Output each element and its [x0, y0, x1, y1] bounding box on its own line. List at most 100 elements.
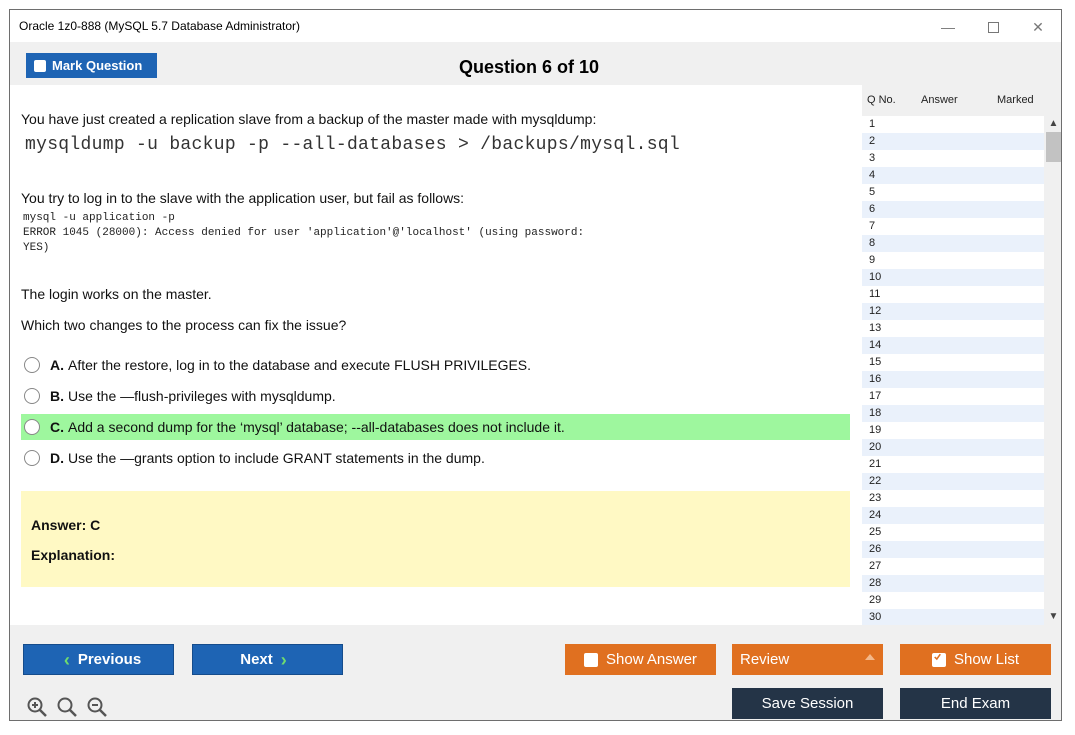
zoom-out-icon[interactable]: [86, 696, 108, 718]
maximize-button[interactable]: [978, 16, 1008, 38]
show-answer-button[interactable]: Show Answer: [565, 644, 716, 675]
mark-checkbox-icon: [34, 59, 46, 72]
question-list-row[interactable]: 20: [862, 439, 1044, 456]
previous-button[interactable]: ‹ Previous: [23, 644, 174, 675]
question-list-row[interactable]: 23: [862, 490, 1044, 507]
option-b-text: Use the —flush-privileges with mysqldump…: [68, 388, 336, 404]
option-d-text: Use the —grants option to include GRANT …: [68, 450, 485, 466]
close-button[interactable]: ✕: [1023, 16, 1053, 38]
explanation-label: Explanation:: [31, 547, 116, 563]
question-list-row[interactable]: 4: [862, 167, 1044, 184]
question-prompt: Which two changes to the process can fix…: [21, 317, 347, 333]
chevron-up-icon: [865, 654, 875, 660]
question-list: 1 2 3 4 5 6 7 8 9 10 11 12 13 14 15 16 17 18 19 20 21 22 23 24 2…: [862, 116, 1044, 625]
show-answer-label: Show Answer: [606, 651, 697, 668]
failure-text: You try to log in to the slave with the …: [21, 190, 465, 206]
end-exam-button[interactable]: End Exam: [900, 688, 1051, 719]
scroll-up-icon[interactable]: ▲: [1044, 116, 1061, 132]
question-list-row[interactable]: 12: [862, 303, 1044, 320]
question-list-scrollbar[interactable]: ▲ ▼: [1044, 116, 1061, 625]
answer-box: Answer: C Explanation:: [21, 491, 850, 587]
zoom-in-icon[interactable]: [26, 696, 48, 718]
qno-header: Q No.: [867, 94, 896, 106]
show-answer-checkbox-icon: [584, 652, 599, 667]
app-window: Oracle 1z0-888 (MySQL 5.7 Database Admin…: [9, 9, 1062, 721]
mysqldump-command: mysqldump -u backup -p --all-databases >…: [25, 135, 681, 155]
question-list-row[interactable]: 15: [862, 354, 1044, 371]
checkmark-icon: [934, 653, 941, 660]
window-title: Oracle 1z0-888 (MySQL 5.7 Database Admin…: [19, 19, 301, 33]
question-list-row[interactable]: 25: [862, 524, 1044, 541]
option-b[interactable]: B. Use the —flush-privileges with mysqld…: [21, 383, 850, 409]
question-list-row[interactable]: 14: [862, 337, 1044, 354]
question-list-row[interactable]: 27: [862, 558, 1044, 575]
scroll-thumb[interactable]: [1046, 132, 1061, 162]
footer-toolbar: ‹ Previous Next › Show Answer Review Sho…: [10, 625, 1061, 720]
show-list-label: Show List: [953, 651, 1020, 668]
question-list-row[interactable]: 13: [862, 320, 1044, 337]
chevron-right-icon: ›: [280, 649, 287, 670]
question-panel: You have just created a replication slav…: [10, 85, 862, 625]
option-c[interactable]: C. Add a second dump for the ‘mysql’ dat…: [21, 414, 850, 440]
radio-b[interactable]: [24, 388, 40, 404]
option-b-letter: B.: [50, 388, 64, 404]
question-list-row[interactable]: 7: [862, 218, 1044, 235]
question-intro: You have just created a replication slav…: [21, 111, 597, 127]
show-list-button[interactable]: Show List: [900, 644, 1051, 675]
question-list-row[interactable]: 5: [862, 184, 1044, 201]
option-a-letter: A.: [50, 357, 64, 373]
master-text: The login works on the master.: [21, 286, 212, 302]
scroll-down-icon[interactable]: ▼: [1044, 609, 1061, 625]
review-dropdown[interactable]: Review: [732, 644, 883, 675]
question-list-row[interactable]: 30: [862, 609, 1044, 625]
save-session-button[interactable]: Save Session: [732, 688, 883, 719]
maximize-icon: [987, 22, 999, 33]
error-output: mysql -u application -p ERROR 1045 (2800…: [23, 212, 585, 254]
radio-c[interactable]: [24, 419, 40, 435]
question-list-row[interactable]: 17: [862, 388, 1044, 405]
mark-question-label: Mark Question: [52, 58, 143, 73]
question-list-row[interactable]: 22: [862, 473, 1044, 490]
zoom-reset-icon[interactable]: [56, 696, 78, 718]
previous-label: Previous: [77, 651, 142, 668]
question-list-panel: Q No. Answer Marked 1 2 3 4 5 6 7 8 9 10 11 12 13 14 1…: [862, 85, 1061, 625]
question-list-row[interactable]: 21: [862, 456, 1044, 473]
question-list-row[interactable]: 24: [862, 507, 1044, 524]
option-c-text: Add a second dump for the ‘mysql’ databa…: [68, 419, 565, 435]
question-counter: Question 6 of 10: [459, 57, 600, 77]
question-list-row[interactable]: 11: [862, 286, 1044, 303]
question-list-row[interactable]: 16: [862, 371, 1044, 388]
question-list-row[interactable]: 19: [862, 422, 1044, 439]
question-list-row[interactable]: 29: [862, 592, 1044, 609]
option-d-letter: D.: [50, 450, 64, 466]
question-list-row[interactable]: 6: [862, 201, 1044, 218]
title-bar: Oracle 1z0-888 (MySQL 5.7 Database Admin…: [10, 10, 1061, 42]
next-button[interactable]: Next ›: [192, 644, 343, 675]
option-a-text: After the restore, log in to the databas…: [68, 357, 532, 373]
question-list-row[interactable]: 3: [862, 150, 1044, 167]
review-label: Review: [740, 651, 790, 668]
answer-text: Answer: C: [31, 517, 101, 533]
question-list-row[interactable]: 28: [862, 575, 1044, 592]
question-list-row[interactable]: 9: [862, 252, 1044, 269]
question-list-header: Q No. Answer Marked: [862, 85, 1061, 115]
question-list-row[interactable]: 10: [862, 269, 1044, 286]
answer-header: Answer: [921, 94, 958, 106]
question-list-row[interactable]: 18: [862, 405, 1044, 422]
marked-header: Marked: [997, 94, 1034, 106]
option-a[interactable]: A. After the restore, log in to the data…: [21, 352, 850, 378]
mark-question-button[interactable]: Mark Question: [26, 53, 157, 78]
show-list-checkbox-icon: [931, 652, 946, 667]
question-list-row[interactable]: 8: [862, 235, 1044, 252]
option-d[interactable]: D. Use the —grants option to include GRA…: [21, 445, 850, 471]
question-list-row[interactable]: 2: [862, 133, 1044, 150]
radio-a[interactable]: [24, 357, 40, 373]
question-list-row[interactable]: 1: [862, 116, 1044, 133]
option-c-letter: C.: [50, 419, 64, 435]
chevron-left-icon: ‹: [63, 649, 70, 670]
radio-d[interactable]: [24, 450, 40, 466]
minimize-button[interactable]: —: [933, 16, 963, 38]
question-header: Mark Question Question 6 of 10: [10, 42, 1061, 85]
next-label: Next: [240, 651, 273, 668]
question-list-row[interactable]: 26: [862, 541, 1044, 558]
